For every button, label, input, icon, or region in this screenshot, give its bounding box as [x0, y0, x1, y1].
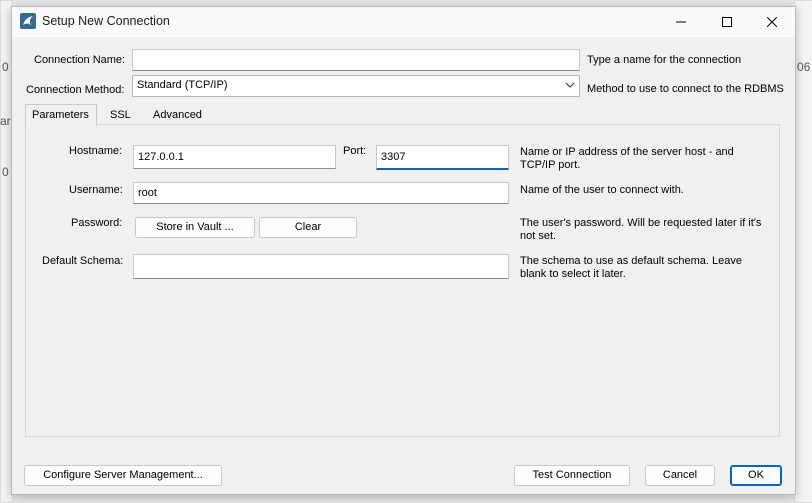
hostname-help-line1: Name or IP address of the server host - … [520, 146, 734, 158]
configure-server-management-button[interactable]: Configure Server Management... [24, 465, 222, 486]
window-title: Setup New Connection [42, 14, 170, 28]
username-help: Name of the user to connect with. [520, 184, 684, 196]
port-label: Port: [343, 145, 367, 157]
background-text-fragment: ar [0, 114, 11, 128]
password-label: Password: [71, 217, 123, 229]
connection-method-value: Standard (TCP/IP) [137, 79, 228, 91]
connection-method-help: Method to use to connect to the RDBMS [587, 83, 784, 95]
password-help-line1: The user's password. Will be requested l… [520, 217, 762, 229]
maximize-button[interactable] [704, 7, 750, 37]
setup-connection-dialog: Setup New Connection Connection Name: Ty… [11, 6, 796, 495]
title-bar[interactable]: Setup New Connection [12, 7, 795, 37]
cancel-button[interactable]: Cancel [645, 465, 715, 486]
tab-advanced[interactable]: Advanced [147, 106, 208, 124]
background-panel-right [794, 0, 812, 503]
minimize-button[interactable] [658, 7, 704, 37]
background-text-fragment: 0 [2, 165, 9, 179]
background-text-fragment: 06 [797, 60, 811, 74]
default-schema-input[interactable] [133, 254, 509, 279]
ok-button[interactable]: OK [730, 465, 782, 486]
connection-method-label: Connection Method: [26, 84, 125, 96]
default-schema-help-line2: blank to select it later. [520, 268, 626, 280]
password-help-line2: not set. [520, 230, 557, 242]
port-input[interactable]: 3307 [376, 145, 509, 170]
hostname-label: Hostname: [69, 145, 123, 157]
connection-name-label: Connection Name: [34, 54, 126, 66]
chevron-down-icon [565, 80, 575, 93]
parameters-panel: Hostname: 127.0.0.1 Port: 3307 Name or I… [25, 124, 780, 437]
connection-name-help: Type a name for the connection [587, 54, 742, 66]
hostname-help-line2: TCP/IP port. [520, 159, 581, 171]
mysql-dolphin-icon [20, 13, 36, 29]
default-schema-label: Default Schema: [42, 255, 124, 267]
background-text-fragment: 0 [2, 60, 9, 74]
username-input[interactable]: root [133, 182, 509, 204]
test-connection-button[interactable]: Test Connection [514, 465, 630, 486]
tab-parameters[interactable]: Parameters [25, 104, 97, 126]
default-schema-help-line1: The schema to use as default schema. Lea… [520, 255, 742, 267]
username-label: Username: [69, 184, 123, 196]
clear-password-button[interactable]: Clear [259, 217, 357, 238]
close-button[interactable] [749, 7, 795, 37]
tab-ssl[interactable]: SSL [104, 106, 137, 124]
connection-name-input[interactable] [132, 49, 580, 71]
store-in-vault-button[interactable]: Store in Vault ... [135, 217, 255, 238]
connection-method-select[interactable]: Standard (TCP/IP) [132, 75, 580, 97]
hostname-input[interactable]: 127.0.0.1 [133, 145, 336, 169]
